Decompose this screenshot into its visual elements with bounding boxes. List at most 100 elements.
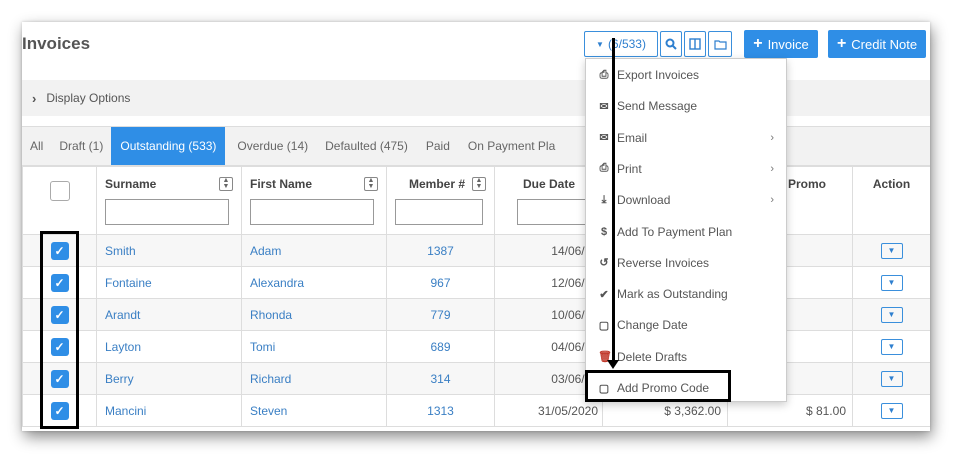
surname-header: Surname ▲ ▼ [96,166,242,235]
surname-link[interactable]: Fontaine [105,276,152,290]
surname-link[interactable]: Layton [105,340,141,354]
menu-item-send-message[interactable]: ✉ Send Message [586,91,786,121]
due-date-filter-input[interactable] [517,199,587,225]
row-action-button[interactable]: ▼ [880,370,903,387]
dollar-icon: $ [600,225,608,238]
first-name-link[interactable]: Adam [250,244,281,258]
table-row[interactable]: ✓ Fontaine Alexandra 967 12/06/20 ▼ [22,266,930,299]
tab-on-payment-plan[interactable]: On Payment Pla [460,127,563,165]
first-name-link[interactable]: Tomi [250,340,275,354]
surname-cell: Smith [96,234,242,267]
first-name-cell: Adam [241,234,387,267]
invoices-panel: Invoices ▼ (6/533) + Invoice + Credit No… [22,22,930,431]
menu-item-label: Send Message [617,99,698,114]
row-action-button[interactable]: ▼ [880,338,903,355]
member-header: Member # ▲ ▼ [386,166,495,235]
row-action-button[interactable]: ▼ [880,402,903,419]
table-row[interactable]: ✓ Smith Adam 1387 14/06/20 ▼ [22,234,930,267]
first-name-cell: Steven [241,394,387,427]
tab-draft[interactable]: Draft (1) [51,127,111,165]
member-link[interactable]: 1313 [427,404,454,418]
menu-item-export-invoices[interactable]: ⎙ Export Invoices [586,60,786,90]
columns-icon [689,38,701,50]
action-header-label: Action [872,177,911,191]
member-cell: 967 [386,266,495,299]
action-cell: ▼ [852,298,930,331]
surname-link[interactable]: Berry [105,372,134,386]
first-name-filter-input[interactable] [250,199,374,225]
tab-overdue[interactable]: Overdue (14) [225,127,317,165]
add-credit-note-button[interactable]: + Credit Note [828,30,926,58]
caret-down-icon: ▼ [887,246,896,255]
menu-item-label: Delete Drafts [617,349,688,364]
table-row[interactable]: ✓ Berry Richard 314 03/06/20 ▼ [22,362,930,395]
tab-all[interactable]: All [22,127,51,165]
surname-link[interactable]: Mancini [105,404,146,418]
first-name-link[interactable]: Steven [250,404,287,418]
add-promo-code-highlight [585,370,731,402]
chevron-right-icon: › [770,194,774,207]
file-export-icon: ⎙ [599,68,609,81]
menu-item-label: Export Invoices [617,68,700,82]
menu-item-print[interactable]: ⎙ Print › [586,154,786,184]
surname-cell: Berry [96,362,242,395]
row-action-button[interactable]: ▼ [880,274,903,291]
surname-link[interactable]: Arandt [105,308,140,322]
menu-item-download[interactable]: ⤓ Download › [586,185,786,215]
row-action-button[interactable]: ▼ [880,306,903,323]
check-icon: ✔ [599,288,609,301]
action-cell: ▼ [852,362,930,395]
search-button[interactable] [660,31,682,57]
folder-button[interactable] [708,31,732,57]
table-row[interactable]: ✓ Layton Tomi 689 04/06/20 ▼ [22,330,930,363]
surname-cell: Arandt [96,298,242,331]
row-action-button[interactable]: ▼ [880,242,903,259]
display-options-toggle[interactable]: › Display Options [22,80,930,116]
surname-cell: Layton [96,330,242,363]
menu-item-label: Change Date [617,318,688,333]
table-row[interactable]: ✓ Mancini Steven 1313 31/05/2020 $ 3,362… [22,394,930,427]
member-link[interactable]: 779 [430,308,450,322]
page-title: Invoices [22,34,91,53]
member-cell: 779 [386,298,495,331]
member-link[interactable]: 689 [430,340,450,354]
member-cell: 314 [386,362,495,395]
member-link[interactable]: 314 [430,372,450,386]
table-row[interactable]: ✓ Arandt Rhonda 779 10/06/20 ▼ [22,298,930,331]
select-all-checkbox[interactable] [49,181,70,201]
tab-defaulted[interactable]: Defaulted (475) [317,127,416,165]
tab-paid[interactable]: Paid [416,127,460,165]
tab-outstanding[interactable]: Outstanding (533) [111,127,226,165]
surname-cell: Fontaine [96,266,242,299]
columns-button[interactable] [684,31,706,57]
member-filter-input[interactable] [395,199,483,225]
undo-icon: ↺ [599,257,609,270]
search-icon [665,38,677,50]
first-name-link[interactable]: Alexandra [250,276,304,290]
annotation-arrow-head [607,360,619,369]
first-name-link[interactable]: Richard [250,372,291,386]
surname-filter-input[interactable] [105,199,229,225]
menu-item-add-to-payment-plan[interactable]: $ Add To Payment Plan [586,217,786,247]
action-cell: ▼ [852,234,930,267]
action-cell: ▼ [852,266,930,299]
menu-item-reverse-invoices[interactable]: ↺ Reverse Invoices [586,248,786,278]
sort-icon[interactable]: ▲ ▼ [219,177,233,191]
menu-item-mark-as-outstanding[interactable]: ✔ Mark as Outstanding [586,279,786,309]
sort-icon[interactable]: ▲ ▼ [364,177,378,191]
checkbox-column-highlight [40,231,79,429]
plus-icon: + [753,35,763,52]
sort-icon[interactable]: ▲ ▼ [472,177,486,191]
filter-count-button[interactable]: ▼ (6/533) [584,31,658,57]
surname-header-label: Surname [105,177,157,191]
calendar-icon: ▢ [598,319,610,332]
menu-item-email[interactable]: ✉ Email › [586,123,786,153]
surname-link[interactable]: Smith [105,244,136,258]
add-invoice-button[interactable]: + Invoice [744,30,818,58]
first-name-link[interactable]: Rhonda [250,308,292,322]
menu-item-label: Email [617,130,648,145]
select-all-header [22,166,97,235]
member-link[interactable]: 967 [430,276,450,290]
menu-item-change-date[interactable]: ▢ Change Date [586,310,786,340]
member-link[interactable]: 1387 [427,244,454,258]
